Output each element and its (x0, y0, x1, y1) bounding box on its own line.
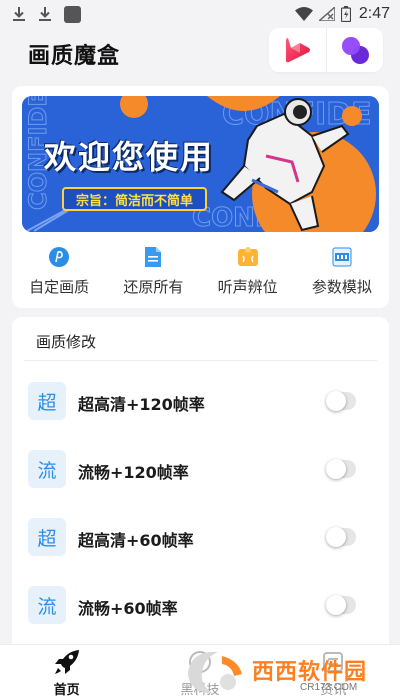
watermark-url: CR173.COM (300, 682, 358, 693)
quick-action-param-sim[interactable]: 参数模拟 (295, 246, 389, 302)
welcome-banner[interactable]: CONFIDE CONFIDE CONFIDE 欢迎您使用 宗旨：简洁而不简单 (22, 96, 379, 232)
option-badge: 超 (28, 518, 66, 556)
quality-option-row[interactable]: 流 流畅+60帧率 (12, 586, 389, 626)
nav-item-home[interactable]: 首页 (0, 645, 133, 700)
status-bar: 2:47 (0, 0, 400, 28)
quick-actions: 自定画质 还原所有 听声辨位 参数模拟 (12, 246, 389, 302)
quick-action-label: 还原所有 (123, 278, 184, 296)
option-toggle[interactable] (326, 391, 356, 411)
battery-icon (340, 6, 351, 22)
page-title: 画质魔盒 (28, 44, 121, 69)
nav-label: 首页 (53, 683, 80, 698)
section-title: 画质修改 (36, 333, 97, 351)
quick-action-label: 参数模拟 (311, 278, 372, 296)
rocket-icon (53, 649, 81, 675)
option-toggle[interactable] (326, 527, 356, 547)
option-label: 流畅+60帧率 (78, 599, 178, 618)
wifi-icon (294, 7, 313, 21)
toggle-knob (326, 391, 346, 411)
banner-slogan: 宗旨：简洁而不简单 (62, 187, 208, 211)
option-toggle[interactable] (326, 595, 356, 615)
quick-action-label: 听声辨位 (217, 278, 278, 296)
quality-option-row[interactable]: 超 超高清+60帧率 (12, 518, 389, 558)
quick-action-label: 自定画质 (29, 278, 90, 296)
option-label: 超高清+60帧率 (78, 531, 194, 550)
option-toggle[interactable] (326, 459, 356, 479)
download-icon (13, 7, 25, 21)
sound-locate-icon (237, 246, 259, 268)
no-signal-icon (318, 7, 335, 21)
toggle-knob (326, 595, 346, 615)
quality-option-row[interactable]: 流 流畅+120帧率 (12, 450, 389, 490)
banner-title: 欢迎您使用 (44, 138, 215, 176)
quick-action-restore[interactable]: 还原所有 (106, 246, 200, 302)
watermark-logo-icon (188, 651, 242, 694)
video-app-button[interactable] (269, 28, 326, 72)
app-notification-icon (64, 5, 81, 23)
status-time: 2:47 (358, 5, 390, 22)
option-badge: 流 (28, 586, 66, 624)
option-badge: 超 (28, 382, 66, 420)
header-actions (269, 28, 383, 72)
param-sim-icon (331, 246, 353, 268)
option-label: 流畅+120帧率 (78, 463, 189, 482)
restore-icon (142, 246, 164, 268)
quick-action-custom-quality[interactable]: 自定画质 (12, 246, 106, 302)
download-icon (39, 7, 51, 21)
bubble-app-button[interactable] (327, 28, 384, 72)
watermark: 西西软件园 CR173.COM (178, 646, 388, 698)
option-badge: 流 (28, 450, 66, 488)
app-header: 画质魔盒 (0, 28, 400, 78)
bubbles-logo-icon (341, 37, 369, 64)
toggle-knob (326, 459, 346, 479)
custom-quality-icon (48, 246, 70, 268)
section-divider (24, 360, 377, 361)
quick-action-sound-locate[interactable]: 听声辨位 (201, 246, 295, 302)
play-logo-icon (286, 38, 311, 63)
quality-settings-card: 画质修改 超 超高清+120帧率 流 流畅+120帧率 超 超高清+60帧率 流… (12, 317, 389, 700)
toggle-knob (326, 527, 346, 547)
top-card: CONFIDE CONFIDE CONFIDE 欢迎您使用 宗旨：简洁而不简单 (12, 86, 389, 308)
quality-option-row[interactable]: 超 超高清+120帧率 (12, 382, 389, 422)
option-label: 超高清+120帧率 (78, 395, 205, 414)
